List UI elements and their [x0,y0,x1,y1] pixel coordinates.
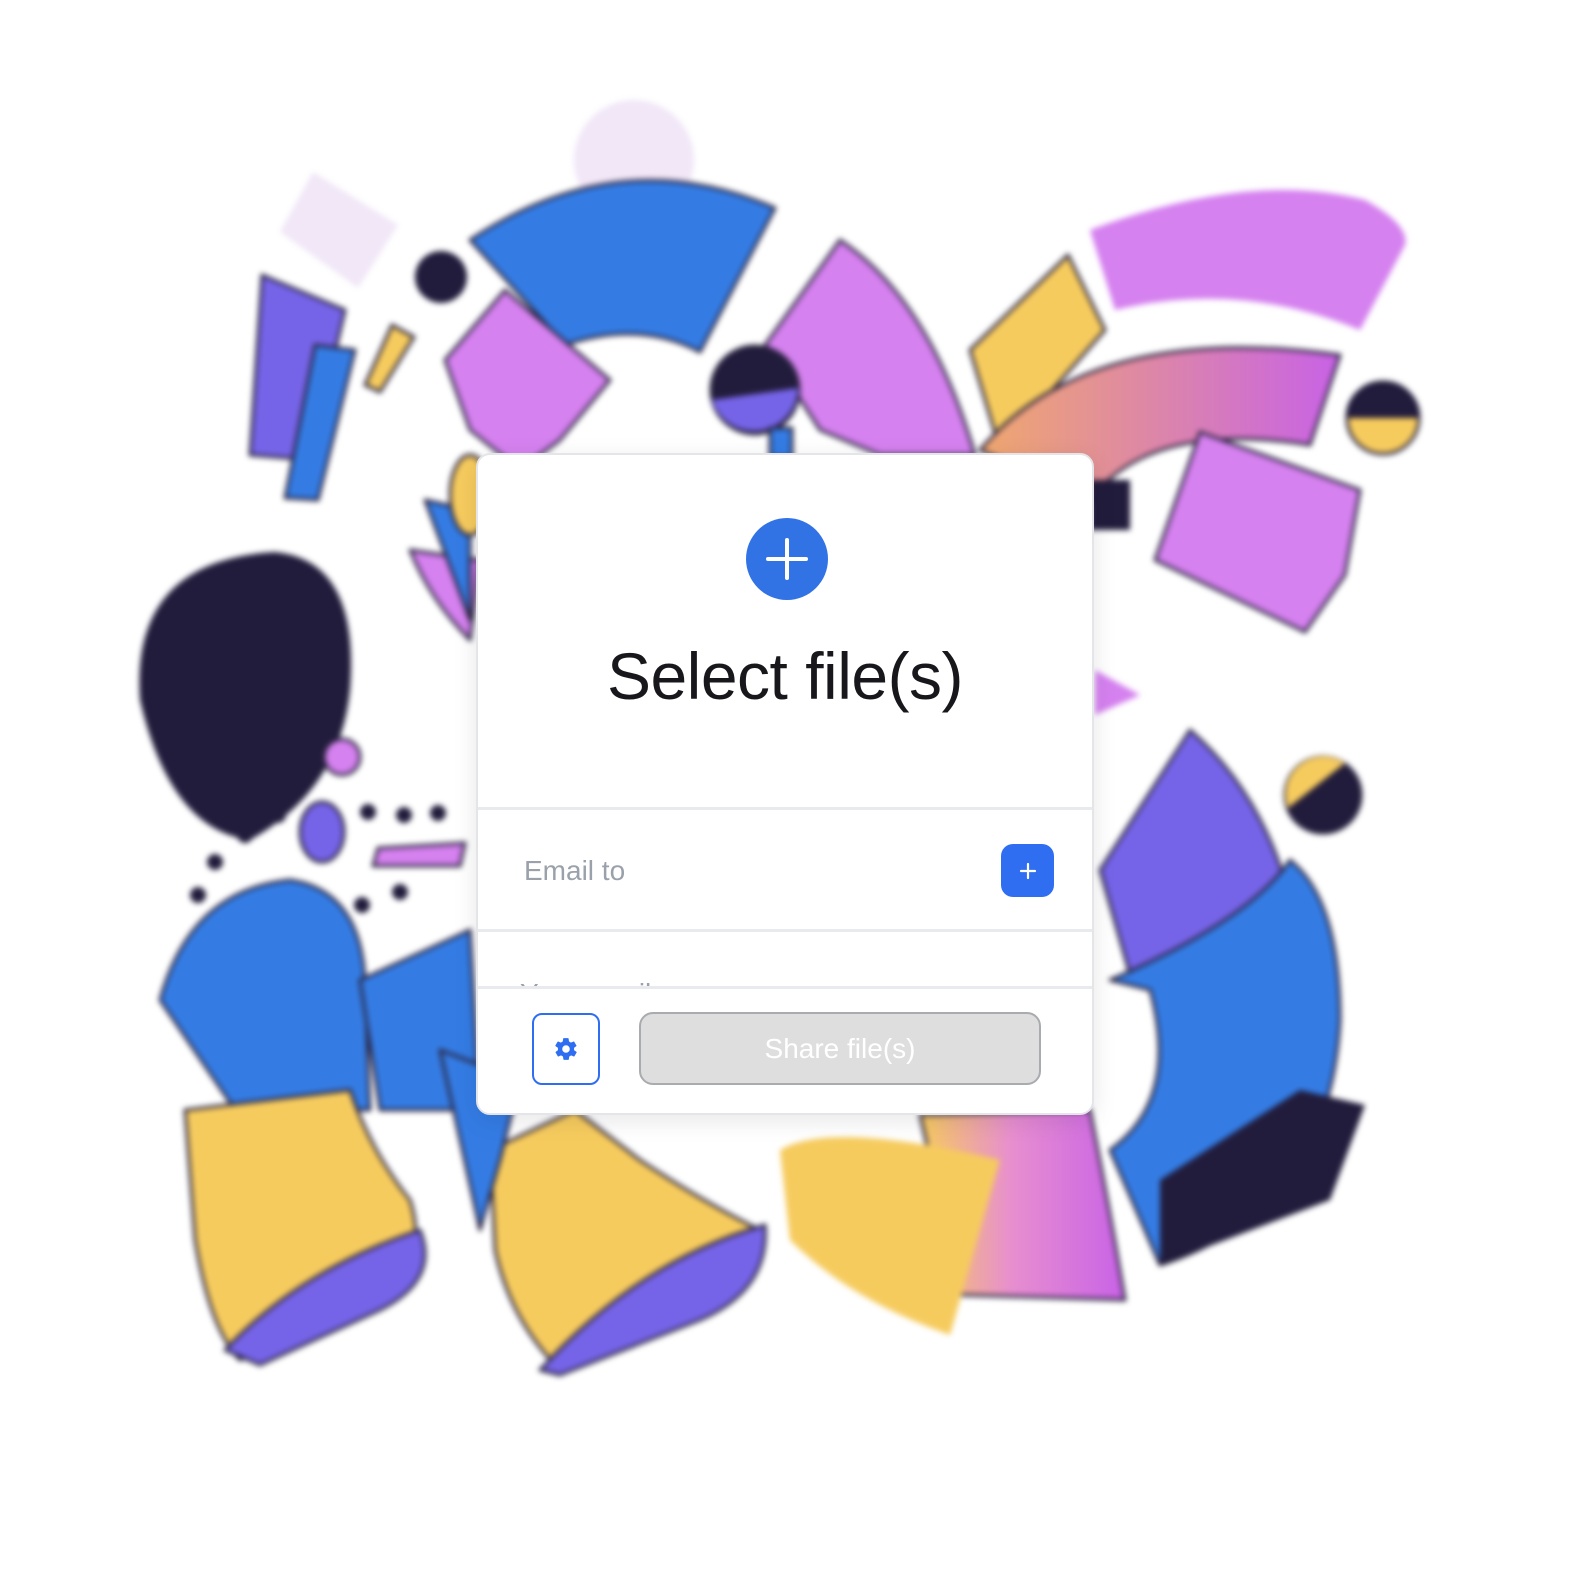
file-dropzone[interactable]: Select file(s) [478,455,1092,808]
gear-icon [555,1038,577,1060]
plus-icon [766,538,808,580]
settings-button[interactable] [532,1013,600,1085]
add-recipient-button[interactable] [1001,844,1054,897]
divider [478,929,1092,932]
divider [478,986,1092,989]
email-to-row [478,810,1092,930]
panel-footer: Share file(s) [478,990,1092,1113]
plus-icon [1019,862,1036,879]
share-panel: Select file(s) Share file(s) [476,453,1094,1115]
share-files-button[interactable]: Share file(s) [639,1012,1041,1085]
email-to-input[interactable] [522,840,986,902]
your-email-row [478,933,1092,988]
add-files-button[interactable] [746,518,828,600]
select-files-title: Select file(s) [606,639,964,713]
page: Select file(s) Share file(s) [0,0,1579,1579]
